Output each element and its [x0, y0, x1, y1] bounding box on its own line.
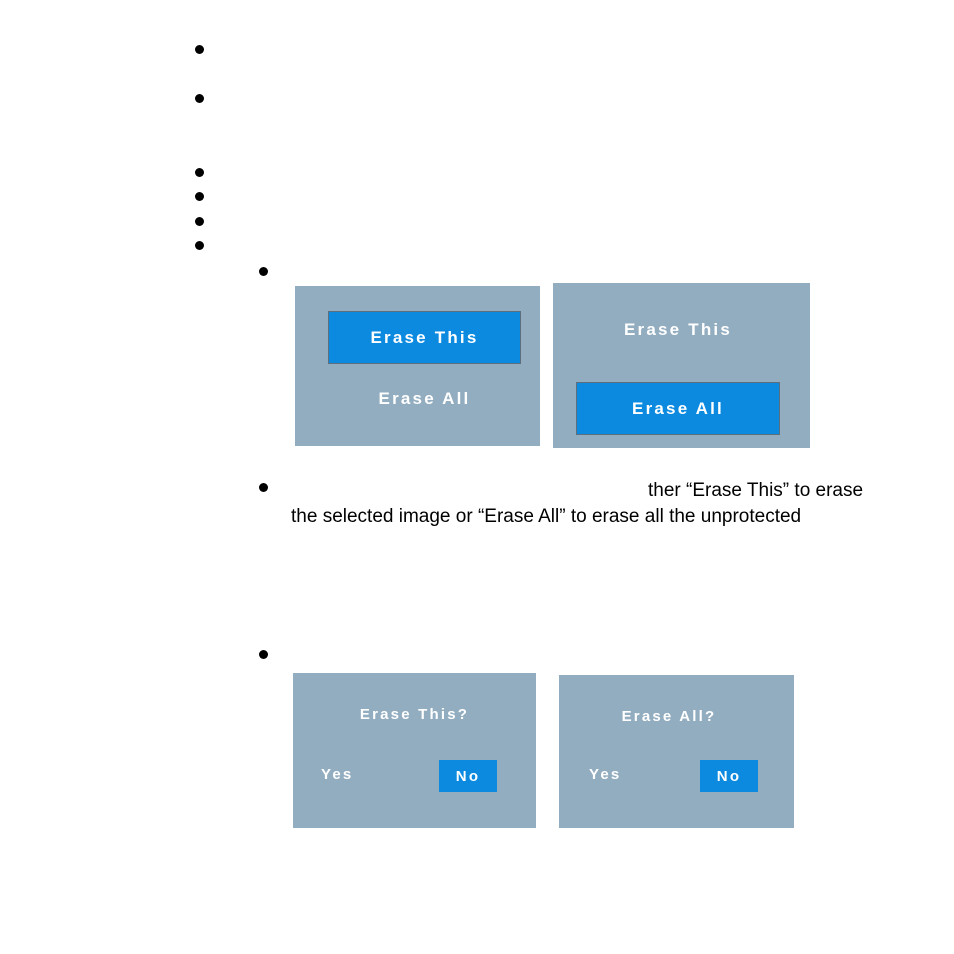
- dialog-option-label: No: [456, 768, 480, 785]
- lcd-screen-erase-this-selected: Erase This Erase All: [295, 286, 540, 446]
- menu-item-label: Erase All: [632, 399, 724, 419]
- dialog-prompt-question-mark: ?: [458, 706, 469, 723]
- lcd-dialog-erase-this-confirm: Erase This? Yes No: [293, 673, 536, 828]
- bullet-marker: [195, 192, 204, 201]
- lcd-dialog-erase-all-confirm: Erase All? Yes No: [559, 675, 794, 828]
- dialog-option-no-selected[interactable]: No: [439, 760, 497, 792]
- bullet-marker: [195, 94, 204, 103]
- dialog-prompt-text: Erase This: [360, 706, 458, 723]
- dialog-prompt-text: Erase All: [622, 708, 705, 725]
- lcd-screen-erase-all-selected: Erase This Erase All: [553, 283, 810, 448]
- dialog-option-yes[interactable]: Yes: [321, 762, 373, 786]
- bullet-marker: [195, 217, 204, 226]
- bullet-marker: [195, 241, 204, 250]
- dialog-prompt: Erase This?: [313, 702, 516, 726]
- document-page: ther “Erase This” to erase the selected …: [0, 0, 954, 954]
- bullet-marker: [259, 267, 268, 276]
- menu-item-label: Erase This: [371, 328, 479, 348]
- body-text-line-2: the selected image or “Erase All” to era…: [291, 503, 801, 530]
- dialog-prompt-question-mark: ?: [705, 708, 716, 725]
- body-text-line-1: ther “Erase This” to erase: [648, 477, 863, 504]
- bullet-marker: [195, 45, 204, 54]
- dialog-prompt: Erase All?: [574, 704, 764, 728]
- bullet-marker: [259, 483, 268, 492]
- menu-item-label: Erase All: [379, 389, 471, 409]
- bullet-marker: [195, 168, 204, 177]
- dialog-option-label: Yes: [321, 766, 353, 783]
- bullet-marker: [259, 650, 268, 659]
- menu-item-label: Erase This: [624, 320, 732, 340]
- dialog-option-label: Yes: [589, 766, 621, 783]
- dialog-option-yes[interactable]: Yes: [589, 762, 641, 786]
- menu-item-erase-this[interactable]: Erase This: [576, 316, 780, 344]
- menu-item-erase-all-selected[interactable]: Erase All: [576, 382, 780, 435]
- menu-item-erase-this-selected[interactable]: Erase This: [328, 311, 521, 364]
- dialog-option-label: No: [717, 768, 741, 785]
- dialog-option-no-selected[interactable]: No: [700, 760, 758, 792]
- menu-item-erase-all[interactable]: Erase All: [328, 385, 521, 413]
